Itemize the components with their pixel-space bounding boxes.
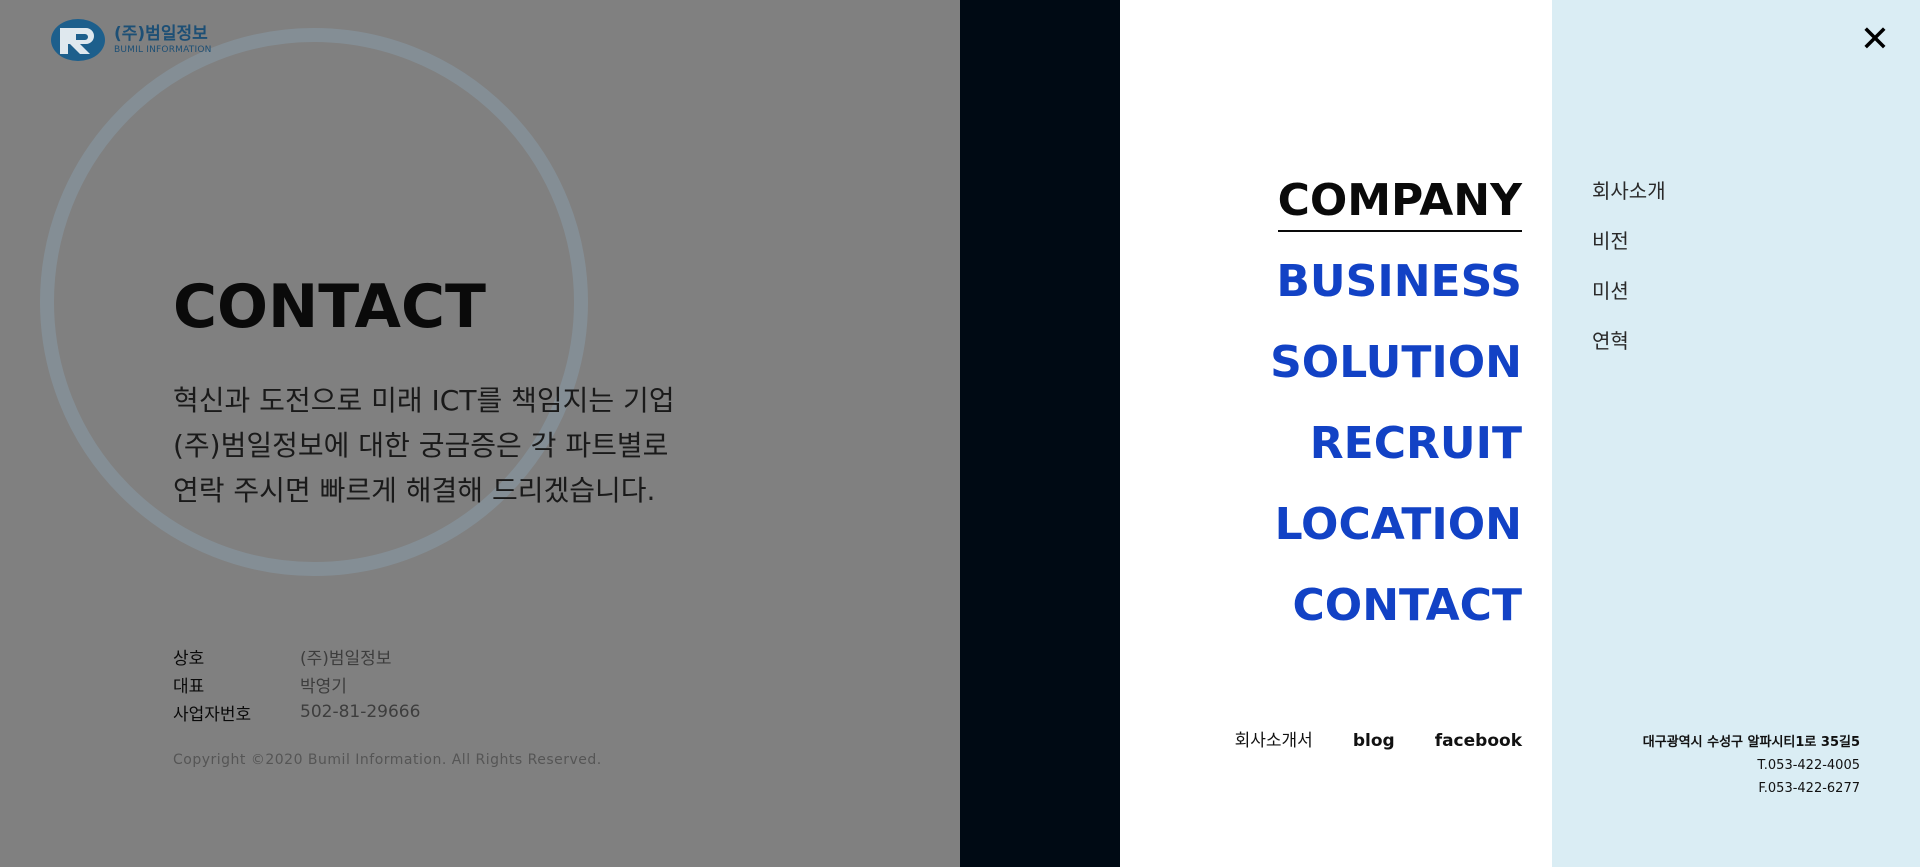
info-label: 상호 bbox=[173, 648, 205, 669]
page-background-overlay: (주)범일정보 BUMIL INFORMATION CONTACT 혁신과 도전… bbox=[0, 0, 960, 867]
description-line: 혁신과 도전으로 미래 ICT를 책임지는 기업 bbox=[173, 384, 675, 417]
copyright: Copyright ©2020 Bumil Information. All R… bbox=[173, 752, 602, 768]
phone-number: T.053-422-4005 bbox=[1757, 758, 1860, 773]
company-brochure-link[interactable]: 회사소개서 bbox=[1235, 726, 1313, 751]
info-row: 상호 (주)범일정보 bbox=[173, 642, 420, 670]
menu-item-location[interactable]: LOCATION bbox=[1275, 484, 1522, 565]
menu-item-contact[interactable]: CONTACT bbox=[1293, 565, 1522, 646]
page-description: 혁신과 도전으로 미래 ICT를 책임지는 기업 (주)범일정보에 대한 궁금증… bbox=[173, 378, 675, 513]
info-label: 사업자번호 bbox=[173, 704, 252, 725]
bottom-links: 회사소개서 blog facebook bbox=[1235, 726, 1522, 751]
close-icon[interactable]: ✕ bbox=[1860, 22, 1890, 58]
address-block: 대구광역시 수성구 알파시티1로 35길5 T.053-422-4005 F.0… bbox=[1643, 731, 1860, 800]
dark-divider-band bbox=[960, 0, 1120, 867]
address-line: 대구광역시 수성구 알파시티1로 35길5 bbox=[1642, 735, 1860, 750]
submenu-panel: ✕ 회사소개 비전 미션 연혁 대구광역시 수성구 알파시티1로 35길5 T.… bbox=[1552, 0, 1920, 867]
main-menu: COMPANY BUSINESS SOLUTION RECRUIT LOCATI… bbox=[1270, 160, 1522, 646]
menu-item-recruit[interactable]: RECRUIT bbox=[1310, 403, 1522, 484]
info-row: 대표 박영기 bbox=[173, 670, 420, 698]
logo-mark-icon bbox=[50, 18, 108, 62]
menu-item-company[interactable]: COMPANY bbox=[1277, 160, 1522, 241]
description-line: 연락 주시면 빠르게 해결해 드리겠습니다. bbox=[173, 474, 656, 507]
info-value: 502-81-29666 bbox=[300, 702, 421, 722]
page-title: CONTACT bbox=[173, 272, 486, 342]
submenu-item-vision[interactable]: 비전 bbox=[1592, 225, 1666, 275]
info-label: 대표 bbox=[173, 676, 205, 697]
logo-korean-name: (주)범일정보 bbox=[114, 23, 208, 44]
logo-english-name: BUMIL INFORMATION bbox=[114, 44, 212, 55]
info-value: 박영기 bbox=[300, 676, 347, 697]
submenu-item-about[interactable]: 회사소개 bbox=[1592, 175, 1666, 225]
logo-text: (주)범일정보 BUMIL INFORMATION bbox=[114, 23, 212, 55]
blog-link[interactable]: blog bbox=[1353, 731, 1395, 751]
description-line: (주)범일정보에 대한 궁금증은 각 파트별로 bbox=[173, 429, 669, 462]
menu-item-solution[interactable]: SOLUTION bbox=[1270, 322, 1522, 403]
submenu-item-mission[interactable]: 미션 bbox=[1592, 275, 1666, 325]
menu-item-label: COMPANY bbox=[1277, 175, 1522, 232]
logo[interactable]: (주)범일정보 BUMIL INFORMATION bbox=[50, 18, 212, 62]
company-info: 상호 (주)범일정보 대표 박영기 사업자번호 502-81-29666 bbox=[173, 642, 420, 726]
fax-number: F.053-422-6277 bbox=[1758, 781, 1860, 796]
submenu-item-history[interactable]: 연혁 bbox=[1592, 325, 1666, 375]
menu-item-business[interactable]: BUSINESS bbox=[1276, 241, 1522, 322]
info-value: (주)범일정보 bbox=[300, 648, 392, 669]
submenu: 회사소개 비전 미션 연혁 bbox=[1592, 175, 1666, 375]
info-row: 사업자번호 502-81-29666 bbox=[173, 698, 420, 726]
facebook-link[interactable]: facebook bbox=[1435, 731, 1522, 751]
main-menu-panel: COMPANY BUSINESS SOLUTION RECRUIT LOCATI… bbox=[1120, 0, 1552, 867]
